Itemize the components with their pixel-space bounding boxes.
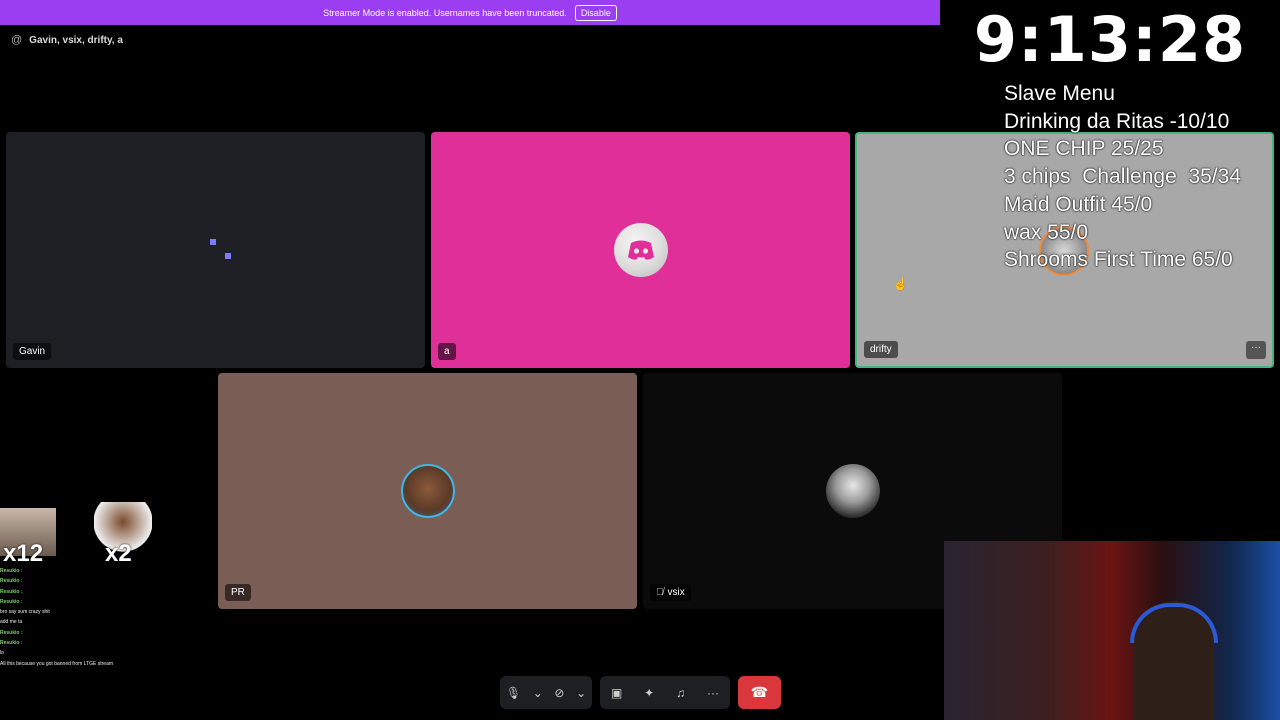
emote-count: x2 (105, 540, 132, 567)
audio-controls: 🎙 ⌄ ⊘ ⌄ (500, 676, 592, 709)
loading-dots-icon (225, 253, 231, 259)
chat-username: Resukio : (0, 598, 23, 605)
chat-username: Resukio : (0, 640, 23, 647)
disconnect-button[interactable]: ☎ (738, 676, 781, 709)
loading-dots-icon (210, 239, 216, 245)
chat-text: add me ta (0, 619, 23, 626)
stream-chat-overlay: Resukio : Resukio : Resukio : Resukio : … (0, 566, 200, 669)
phone-hangup-icon: ☎ (750, 684, 769, 700)
soundboard-button[interactable]: ♫ (676, 686, 685, 700)
menu-title: Slave Menu (1004, 82, 1115, 105)
participant-name: drifty (864, 341, 898, 358)
participant-tile-a[interactable]: a (431, 132, 850, 368)
timer-value: 9:13:28 (973, 2, 1247, 76)
chat-message: Resukio : (0, 576, 200, 586)
chat-message: bro say sum crazy shit (0, 607, 200, 617)
chat-username: Resukio : (0, 568, 23, 574)
chat-message: Resukio : (0, 638, 200, 648)
screen-share-button[interactable]: ▣ (611, 686, 622, 700)
chat-message: Resukio : (0, 628, 200, 638)
cursor-icon: ☝ (893, 277, 908, 291)
chat-text: bro say sum crazy shit (0, 609, 50, 616)
banner-message: Streamer Mode is enabled. Usernames have… (323, 7, 567, 18)
call-controls: 🎙 ⌄ ⊘ ⌄ ▣ ✦ ♫ ··· ☎ (0, 676, 1280, 710)
participant-name: a (438, 343, 456, 360)
activity-controls: ▣ ✦ ♫ ··· (600, 676, 730, 709)
menu-item: Drinking da Ritas -10/10 (1004, 109, 1230, 133)
streamer-mode-banner: Streamer Mode is enabled. Usernames have… (0, 0, 940, 25)
chat-message: add me ta (0, 617, 200, 627)
chat-text: lo (0, 650, 4, 657)
participant-name: vsix (667, 587, 685, 598)
chat-message: Resukio : (0, 587, 200, 597)
mic-muted-icon: 🎙̸ (656, 587, 664, 598)
camera-off-button[interactable]: ⊘ (554, 686, 564, 700)
stream-timer: 9:13:28 (940, 0, 1280, 78)
participant-tile-gavin[interactable]: Gavin (6, 132, 425, 368)
microphone-button[interactable]: 🎙 (506, 686, 521, 700)
stream-menu-overlay: Slave Menu Drinking da Ritas -10/10 ONE CH… (1004, 80, 1241, 274)
participant-name-row: 🎙̸ vsix (650, 584, 691, 601)
chat-text: All this because you got banned from LTG… (0, 660, 114, 667)
chat-username: Resukio : (0, 629, 23, 636)
participant-tile-pr[interactable]: PR (218, 373, 637, 609)
chat-message: Resukio : (0, 566, 200, 576)
disable-streamer-mode-button[interactable]: Disable (574, 4, 617, 21)
participant-name: PR (225, 584, 251, 601)
channel-title: Gavin, vsix, drifty, a (29, 34, 123, 46)
menu-item: wax 55/0 (1004, 220, 1089, 244)
chat-message: lo (0, 648, 200, 658)
chat-username: Resukio : (0, 578, 23, 585)
chat-message: Resukio : (0, 597, 200, 607)
discord-logo-avatar (613, 223, 668, 277)
emote-count: x12 (3, 540, 44, 567)
chevron-down-icon[interactable]: ⌄ (533, 686, 543, 700)
activities-button[interactable]: ✦ (644, 686, 654, 700)
participant-avatar (400, 464, 455, 518)
channel-header: @ Gavin, vsix, drifty, a (11, 34, 123, 46)
more-options-button[interactable]: ··· (1246, 341, 1266, 359)
discord-icon (627, 240, 654, 260)
menu-item: Maid Outfit 45/0 (1004, 192, 1153, 216)
menu-item: 3 chips Challenge 35/34 (1004, 165, 1241, 189)
menu-item: Shrooms First Time 65/0 (1004, 248, 1233, 272)
more-options-button[interactable]: ··· (707, 686, 719, 700)
chat-username: Resukio : (0, 588, 23, 595)
at-icon: @ (11, 34, 23, 46)
chat-message: All this because you got banned from LTG… (0, 659, 200, 669)
headphones-icon (1130, 603, 1218, 643)
chevron-down-icon[interactable]: ⌄ (576, 686, 586, 700)
participant-name: Gavin (13, 343, 52, 360)
participant-avatar (825, 464, 880, 518)
menu-item: ONE CHIP 25/25 (1004, 137, 1164, 161)
